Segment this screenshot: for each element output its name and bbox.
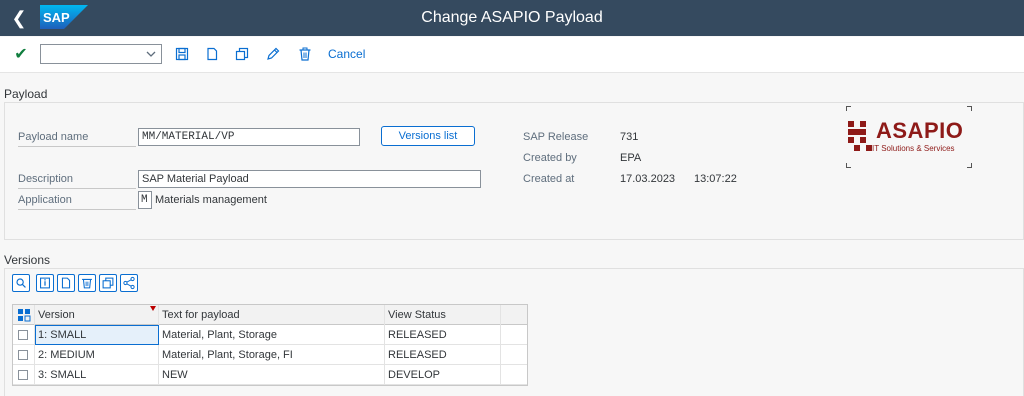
logo-frame-corner bbox=[967, 163, 972, 168]
search-icon[interactable] bbox=[12, 274, 30, 292]
new-document-icon[interactable] bbox=[57, 274, 75, 292]
save-icon[interactable] bbox=[174, 46, 190, 62]
created-at-label: Created at bbox=[523, 173, 575, 185]
table-row[interactable]: 1: SMALL Material, Plant, Storage RELEAS… bbox=[13, 325, 527, 345]
payload-name-label: Payload name bbox=[18, 131, 89, 143]
versions-table: Version Text for payload View Status 1: … bbox=[12, 304, 528, 386]
cell-status[interactable]: DEVELOP bbox=[385, 365, 501, 385]
application-code-field[interactable]: M bbox=[138, 191, 152, 209]
description-field[interactable]: SAP Material Payload bbox=[138, 170, 481, 188]
sort-indicator-icon bbox=[150, 306, 156, 311]
table-row[interactable]: 2: MEDIUM Material, Plant, Storage, FI R… bbox=[13, 345, 527, 365]
label-underline bbox=[18, 209, 136, 210]
table-row[interactable]: 3: SMALL NEW DEVELOP bbox=[13, 365, 527, 385]
table-header-row: Version Text for payload View Status bbox=[13, 305, 527, 325]
cell-status[interactable]: RELEASED bbox=[385, 345, 501, 365]
delete-icon[interactable] bbox=[297, 46, 313, 62]
column-header-version[interactable]: Version bbox=[35, 305, 159, 325]
cell-text[interactable]: Material, Plant, Storage, FI bbox=[159, 345, 385, 365]
column-header-status[interactable]: View Status bbox=[385, 305, 501, 325]
created-by-value: EPA bbox=[620, 152, 642, 164]
checkmark-icon[interactable]: ✔ bbox=[12, 45, 30, 65]
logo-frame-corner bbox=[846, 163, 851, 168]
chevron-down-icon[interactable] bbox=[144, 47, 158, 61]
label-underline bbox=[18, 188, 136, 189]
versions-list-button[interactable]: Versions list bbox=[381, 126, 475, 146]
row-selector[interactable] bbox=[13, 365, 35, 385]
cell-version[interactable]: 2: MEDIUM bbox=[35, 345, 159, 365]
row-checkbox[interactable] bbox=[18, 350, 28, 360]
logo-frame-corner bbox=[846, 106, 851, 111]
application-toolbar: ✔ Cancel bbox=[0, 37, 1024, 73]
asapio-mark-icon bbox=[848, 121, 872, 151]
cell-text[interactable]: NEW bbox=[159, 365, 385, 385]
cell-text[interactable]: Material, Plant, Storage bbox=[159, 325, 385, 345]
sap-logo: SAP bbox=[40, 5, 88, 29]
payload-name-field[interactable]: MM/MATERIAL/VP bbox=[138, 128, 360, 146]
details-icon[interactable] bbox=[36, 274, 54, 292]
row-checkbox[interactable] bbox=[18, 370, 28, 380]
cell-version[interactable]: 1: SMALL bbox=[35, 325, 159, 345]
created-at-date: 17.03.2023 bbox=[620, 173, 676, 185]
row-selector[interactable] bbox=[13, 325, 35, 345]
created-at-time: 13:07:22 bbox=[694, 173, 737, 185]
column-header-label: Version bbox=[38, 309, 75, 321]
edit-icon[interactable] bbox=[265, 46, 281, 62]
select-all-icon[interactable] bbox=[17, 308, 31, 322]
column-header-text[interactable]: Text for payload bbox=[159, 305, 385, 325]
row-checkbox[interactable] bbox=[18, 330, 28, 340]
versions-section-title: Versions bbox=[4, 253, 51, 267]
application-text: Materials management bbox=[155, 194, 267, 206]
created-by-label: Created by bbox=[523, 152, 577, 164]
share-icon[interactable] bbox=[120, 274, 138, 292]
cell-status[interactable]: RELEASED bbox=[385, 325, 501, 345]
cell-version[interactable]: 3: SMALL bbox=[35, 365, 159, 385]
asapio-logo-name: ASAPIO bbox=[876, 118, 964, 143]
copy-icon[interactable] bbox=[234, 46, 250, 62]
cancel-button[interactable]: Cancel bbox=[328, 47, 365, 61]
shell-bar: ❮ SAP Change ASAPIO Payload bbox=[0, 0, 1024, 36]
new-document-icon[interactable] bbox=[204, 46, 220, 62]
sap-release-value: 731 bbox=[620, 131, 639, 143]
select-all-cell[interactable] bbox=[13, 305, 35, 325]
copy-icon[interactable] bbox=[99, 274, 117, 292]
application-label: Application bbox=[18, 194, 72, 206]
description-label: Description bbox=[18, 173, 74, 185]
asapio-logo: ASAPIO IT Solutions & Services bbox=[846, 106, 972, 168]
sap-release-label: SAP Release bbox=[523, 131, 589, 143]
label-underline bbox=[18, 146, 136, 147]
logo-frame-corner bbox=[967, 106, 972, 111]
asapio-logo-tagline: IT Solutions & Services bbox=[872, 144, 955, 153]
delete-icon[interactable] bbox=[78, 274, 96, 292]
back-icon[interactable]: ❮ bbox=[8, 6, 30, 30]
command-field[interactable] bbox=[40, 44, 162, 64]
row-selector[interactable] bbox=[13, 345, 35, 365]
payload-section-title: Payload bbox=[4, 87, 48, 101]
page-title: Change ASAPIO Payload bbox=[421, 9, 603, 26]
sap-logo-text: SAP bbox=[43, 10, 70, 25]
